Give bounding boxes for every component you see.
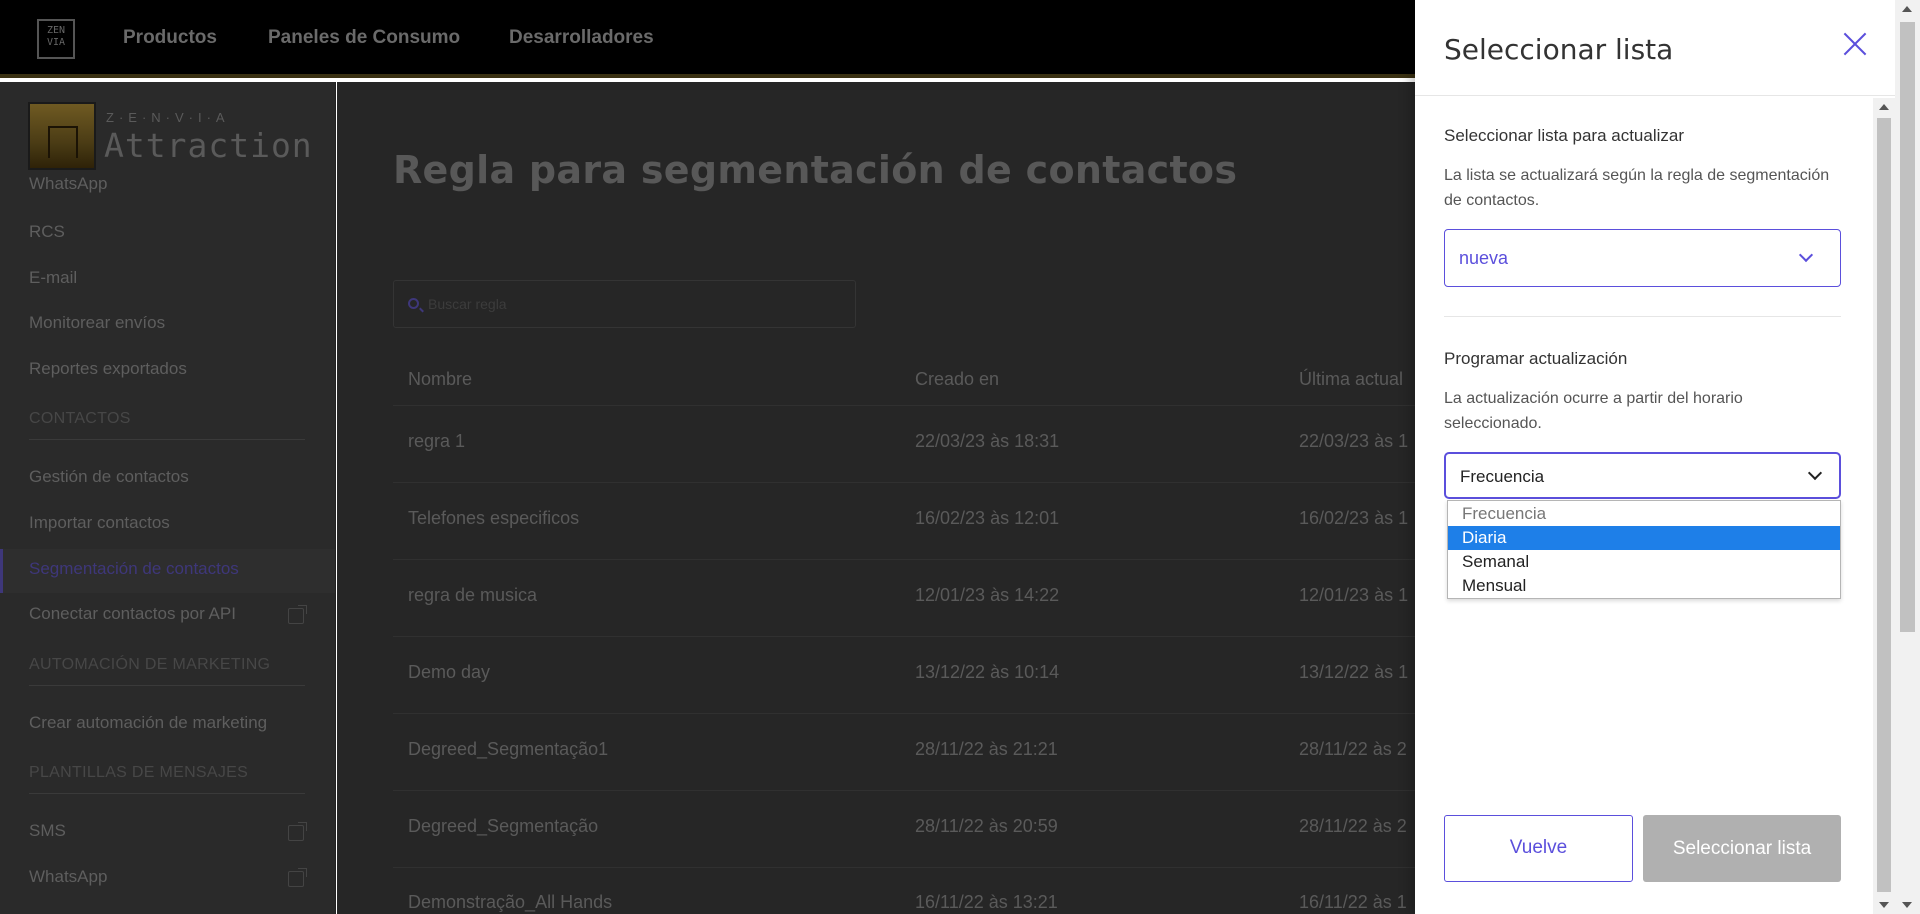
- table-divider: [393, 636, 1493, 637]
- brand-main-text: Attraction: [104, 126, 313, 165]
- search-icon: [408, 298, 419, 309]
- table-row-updated: 28/11/22 às 2: [1299, 739, 1407, 759]
- select-list-button[interactable]: Seleccionar lista: [1643, 815, 1841, 882]
- table-row-created: 13/12/22 às 10:14: [915, 662, 1060, 682]
- section-desc-list: La lista se actualizará según la regla d…: [1444, 167, 1830, 209]
- sidebar-item-monitorear[interactable]: Monitorear envíos: [29, 313, 165, 333]
- sidebar-heading-plantillas: PLANTILLAS DE MENSAJES: [29, 764, 249, 781]
- table-divider: [393, 559, 1493, 560]
- panel-scrollbar-thumb[interactable]: [1877, 118, 1891, 892]
- select-list-panel: Seleccionar lista Seleccionar lista para…: [1415, 0, 1895, 914]
- external-link-icon: [288, 605, 307, 624]
- sidebar-heading-contactos: CONTACTOS: [29, 410, 131, 427]
- dropdown-option-semanal[interactable]: Semanal: [1448, 550, 1840, 574]
- external-link-icon: [288, 822, 307, 841]
- frequency-select-value: Frecuencia: [1460, 467, 1545, 486]
- dropdown-option-mensual[interactable]: Mensual: [1448, 574, 1840, 598]
- sidebar-divider: [29, 793, 305, 794]
- dropdown-option-diaria[interactable]: Diaria: [1448, 526, 1840, 550]
- table-row-name[interactable]: Demonstração_All Hands: [408, 892, 612, 913]
- scroll-up-arrow-icon[interactable]: [1902, 6, 1912, 12]
- table-row-name[interactable]: regra de musica: [408, 585, 537, 606]
- sidebar-item-crear-automacion[interactable]: Crear automación de marketing: [29, 713, 267, 733]
- table-row-created: 28/11/22 às 20:59: [915, 816, 1058, 836]
- nav-productos[interactable]: Productos: [123, 27, 217, 49]
- sidebar-item-sms[interactable]: SMS: [29, 821, 66, 841]
- table-divider: [393, 482, 1493, 483]
- sidebar-heading-automacion: AUTOMACIÓN DE MARKETING: [29, 656, 271, 673]
- sidebar-item-email[interactable]: E-mail: [29, 268, 77, 288]
- table-row-updated: 12/01/23 às 1: [1299, 585, 1409, 605]
- window-scrollbar[interactable]: [1895, 0, 1920, 914]
- table-row-updated: 22/03/23 às 1: [1299, 431, 1409, 451]
- scroll-up-arrow-icon[interactable]: [1879, 104, 1889, 110]
- sidebar-item-gestion[interactable]: Gestión de contactos: [29, 467, 189, 487]
- external-link-icon: [288, 868, 307, 887]
- table-row-created: 12/01/23 às 14:22: [915, 585, 1060, 605]
- chevron-down-icon: [1807, 465, 1823, 481]
- scroll-down-arrow-icon[interactable]: [1902, 902, 1912, 908]
- back-button[interactable]: Vuelve: [1444, 815, 1633, 882]
- frequency-dropdown-list: Frecuencia Diaria Semanal Mensual: [1447, 500, 1841, 599]
- brand-image: [28, 102, 96, 170]
- dropdown-option-frecuencia[interactable]: Frecuencia: [1448, 502, 1840, 526]
- table-row-created: 28/11/22 às 21:21: [915, 739, 1058, 759]
- table-row-name[interactable]: Degreed_Segmentação: [408, 816, 598, 837]
- table-row-updated: 13/12/22 às 1: [1299, 662, 1409, 682]
- table-row-created: 22/03/23 às 18:31: [915, 431, 1060, 451]
- list-select[interactable]: nueva: [1444, 229, 1841, 287]
- sidebar-item-whatsapp-channel[interactable]: WhatsApp: [29, 174, 107, 194]
- sidebar-divider: [29, 685, 305, 686]
- section-desc-schedule: La actualización ocurre a partir del hor…: [1444, 390, 1743, 432]
- search-placeholder: Buscar regla: [428, 296, 507, 312]
- table-divider: [393, 790, 1493, 791]
- list-select-value: nueva: [1459, 248, 1509, 268]
- chevron-down-icon: [1798, 247, 1814, 263]
- table-row-name[interactable]: Telefones especificos: [408, 508, 579, 529]
- brand-top-text: Z·E·N·V·I·A: [106, 110, 230, 125]
- zenvia-logo[interactable]: ZEN VIA: [37, 19, 75, 59]
- page-title: Regla para segmentación de contactos: [393, 148, 1238, 192]
- nav-desarrolladores[interactable]: Desarrolladores: [509, 27, 654, 49]
- table-row-name[interactable]: Demo day: [408, 662, 490, 683]
- scroll-down-arrow-icon[interactable]: [1879, 902, 1889, 908]
- brand-header: Z·E·N·V·I·A Attraction: [28, 102, 312, 170]
- table-row-created: 16/11/22 às 13:21: [915, 892, 1058, 912]
- frequency-select[interactable]: Frecuencia: [1444, 452, 1841, 499]
- sidebar-divider: [29, 439, 305, 440]
- section-divider: [1444, 316, 1841, 317]
- section-title-schedule: Programar actualización: [1444, 349, 1628, 368]
- column-header-actualizacion[interactable]: Última actual: [1299, 369, 1403, 390]
- search-input[interactable]: Buscar regla: [393, 280, 856, 328]
- column-header-creado[interactable]: Creado en: [915, 369, 999, 390]
- table-row-name[interactable]: regra 1: [408, 431, 465, 452]
- panel-header: Seleccionar lista: [1415, 0, 1895, 96]
- table-divider: [393, 713, 1493, 714]
- table-row-updated: 16/11/22 às 1: [1299, 892, 1407, 912]
- table-divider: [393, 405, 1493, 406]
- sidebar-item-importar[interactable]: Importar contactos: [29, 513, 170, 533]
- sidebar-item-conectar-api[interactable]: Conectar contactos por API: [29, 604, 236, 624]
- sidebar-item-segmentacion[interactable]: Segmentación de contactos: [29, 559, 239, 579]
- table-row-name[interactable]: Degreed_Segmentação1: [408, 739, 608, 760]
- sidebar: WhatsApp Z·E·N·V·I·A Attraction RCS E-ma…: [0, 82, 336, 914]
- sidebar-item-reportes[interactable]: Reportes exportados: [29, 359, 187, 379]
- table-row-updated: 16/02/23 às 1: [1299, 508, 1409, 528]
- sidebar-item-rcs[interactable]: RCS: [29, 222, 65, 242]
- panel-scrollbar[interactable]: [1873, 98, 1895, 914]
- table-row-created: 16/02/23 às 12:01: [915, 508, 1060, 528]
- sidebar-item-whatsapp-template[interactable]: WhatsApp: [29, 867, 107, 887]
- nav-paneles-de-consumo[interactable]: Paneles de Consumo: [268, 27, 460, 49]
- table-divider: [393, 867, 1493, 868]
- panel-title: Seleccionar lista: [1444, 33, 1674, 66]
- close-icon[interactable]: [1839, 28, 1871, 60]
- section-title-list: Seleccionar lista para actualizar: [1444, 126, 1685, 145]
- table-row-updated: 28/11/22 às 2: [1299, 816, 1407, 836]
- column-header-nombre[interactable]: Nombre: [408, 369, 472, 390]
- window-scrollbar-thumb[interactable]: [1900, 22, 1915, 632]
